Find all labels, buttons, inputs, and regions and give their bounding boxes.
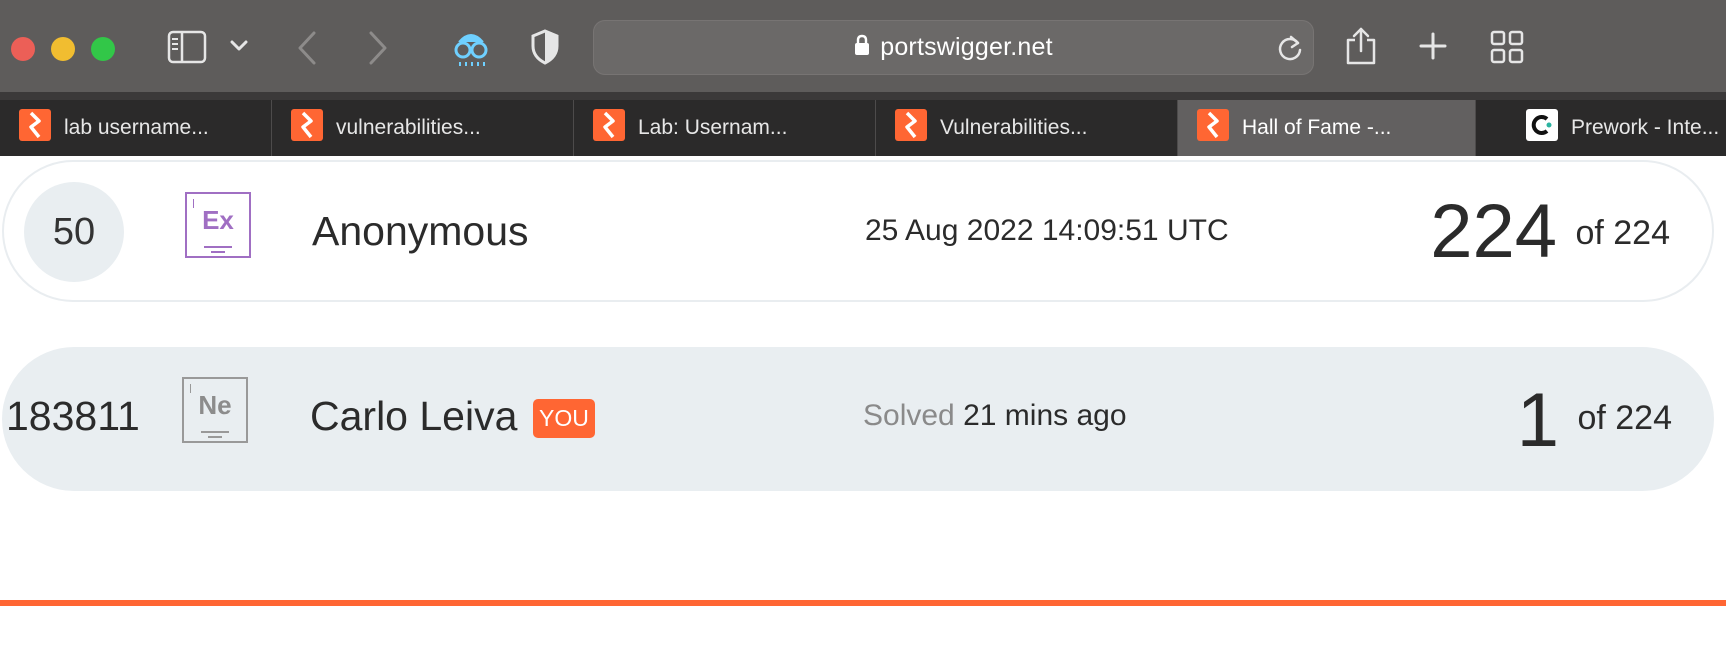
rank: 50 <box>24 182 124 282</box>
zoom-window-button[interactable] <box>91 37 115 61</box>
lock-icon <box>854 34 870 61</box>
back-icon[interactable] <box>296 30 318 66</box>
solved-timestamp: 25 Aug 2022 14:09:51 UTC <box>865 214 1229 247</box>
score-total: of 224 <box>1577 399 1672 437</box>
portswigger-icon <box>895 109 927 147</box>
c-logo-icon <box>1526 109 1558 147</box>
forward-icon[interactable] <box>367 30 389 66</box>
solved-ago: 21 mins ago <box>963 399 1127 432</box>
level-badge-icon: Ne <box>182 377 248 443</box>
portswigger-icon <box>1197 109 1229 147</box>
level-symbol: Ex <box>202 205 234 235</box>
solved-label: Solved <box>863 399 955 432</box>
chevron-down-icon[interactable] <box>230 40 248 52</box>
share-icon[interactable] <box>1344 26 1378 66</box>
new-tab-icon[interactable] <box>1418 31 1448 61</box>
level-symbol: Ne <box>198 390 232 420</box>
minimize-window-button[interactable] <box>51 37 75 61</box>
leaderboard-row: 50 Ex Anonymous 25 Aug 2022 14:09:51 UTC… <box>2 160 1714 302</box>
toolbar-divider <box>0 92 1726 100</box>
tab-overview-icon[interactable] <box>1490 30 1524 64</box>
you-badge: YOU <box>533 399 595 438</box>
browser-toolbar: portswigger.net <box>0 0 1726 92</box>
close-window-button[interactable] <box>11 37 35 61</box>
sidebar-icon[interactable] <box>167 30 207 64</box>
score-value: 1 <box>1516 378 1559 463</box>
tab-vulnerabilities-2[interactable]: Vulnerabilities... <box>876 100 1178 156</box>
tab-prework[interactable]: Prework - Inte... <box>1476 100 1726 156</box>
rank: 183811 <box>6 393 140 439</box>
score-total: of 224 <box>1575 214 1670 252</box>
score-value: 224 <box>1430 189 1557 274</box>
address-bar[interactable]: portswigger.net <box>593 20 1314 75</box>
portswigger-icon <box>291 109 323 147</box>
level-badge-icon: Ex <box>185 192 251 258</box>
solved-time: Solved 21 mins ago <box>863 399 1127 433</box>
portswigger-icon <box>593 109 625 147</box>
leaderboard-row-current-user: 183811 Ne Carlo Leiva YOU Solved 21 mins… <box>2 347 1714 491</box>
privacy-glasses-icon[interactable] <box>452 28 490 68</box>
address-text: portswigger.net <box>880 33 1053 61</box>
tab-hall-of-fame[interactable]: Hall of Fame -... <box>1178 100 1476 156</box>
footer-divider <box>0 600 1726 606</box>
tab-vulnerabilities[interactable]: vulnerabilities... <box>272 100 574 156</box>
shield-icon[interactable] <box>530 29 560 65</box>
tab-strip: lab username... vulnerabilities... Lab: … <box>0 100 1726 156</box>
tab-lab-username-enum[interactable]: Lab: Usernam... <box>574 100 876 156</box>
portswigger-icon <box>19 109 51 147</box>
user-name: Carlo Leiva <box>310 393 518 439</box>
reload-icon[interactable] <box>1276 34 1304 67</box>
tab-lab-username[interactable]: lab username... <box>0 100 272 156</box>
user-name: Anonymous <box>312 208 529 254</box>
